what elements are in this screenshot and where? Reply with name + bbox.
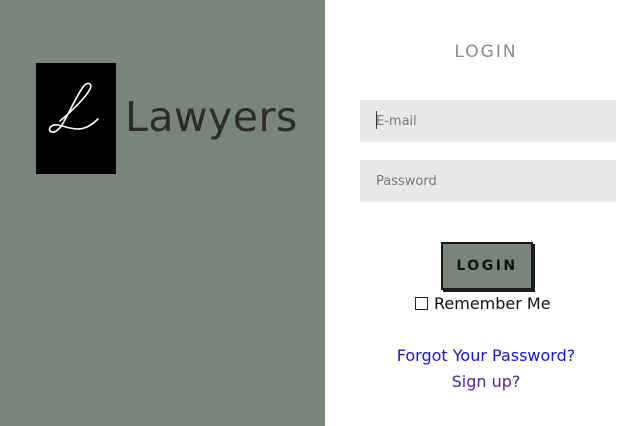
remember-me-row[interactable]: Remember Me [415,292,551,314]
login-panel: LOGIN LOGIN Remember Me Forgot Your Pass… [325,0,640,426]
login-button[interactable]: LOGIN [441,242,533,290]
email-field[interactable] [360,100,616,142]
login-page: Lawyers LOGIN LOGIN Remember Me Forgot Y… [0,0,640,426]
login-heading: LOGIN [454,42,518,62]
brand-name: Lawyers [125,93,298,141]
brand-panel: Lawyers [0,0,325,426]
password-field[interactable] [360,160,616,202]
forgot-password-link[interactable]: Forgot Your Password? [325,346,640,365]
remember-me-checkbox[interactable] [415,296,428,310]
text-caret [376,111,377,129]
remember-me-label[interactable]: Remember Me [434,294,551,313]
script-l-logo-icon [48,82,99,133]
logo [36,63,116,174]
sign-up-link[interactable]: Sign up? [325,372,640,391]
